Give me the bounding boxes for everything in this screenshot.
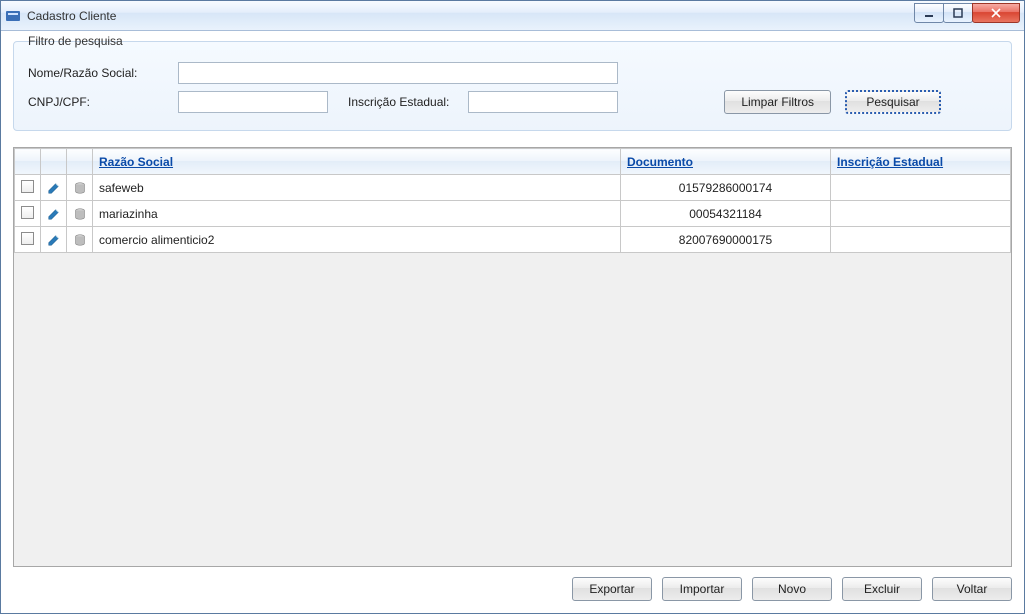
export-button[interactable]: Exportar — [572, 577, 652, 601]
name-input[interactable] — [178, 62, 618, 84]
row-checkbox[interactable] — [21, 206, 34, 219]
window-frame: Cadastro Cliente Filtro de pesquisa Nome… — [0, 0, 1025, 614]
header-checkbox — [15, 149, 41, 175]
cell-inscricao — [831, 201, 1011, 227]
header-documento[interactable]: Documento — [621, 149, 831, 175]
import-button[interactable]: Importar — [662, 577, 742, 601]
cell-documento: 82007690000175 — [621, 227, 831, 253]
cell-razao: mariazinha — [93, 201, 621, 227]
table-row[interactable]: comercio alimenticio282007690000175 — [15, 227, 1011, 253]
row-checkbox[interactable] — [21, 232, 34, 245]
clear-filters-button[interactable]: Limpar Filtros — [724, 90, 831, 114]
header-inscricao[interactable]: Inscrição Estadual — [831, 149, 1011, 175]
delete-icon[interactable] — [67, 201, 93, 227]
ie-label: Inscrição Estadual: — [348, 95, 458, 109]
cell-razao: comercio alimenticio2 — [93, 227, 621, 253]
maximize-button[interactable] — [943, 3, 973, 23]
header-edit — [41, 149, 67, 175]
edit-icon[interactable] — [41, 201, 67, 227]
close-button[interactable] — [972, 3, 1020, 23]
ie-input[interactable] — [468, 91, 618, 113]
client-area: Filtro de pesquisa Nome/Razão Social: CN… — [1, 31, 1024, 613]
app-icon — [5, 8, 21, 24]
minimize-button[interactable] — [914, 3, 944, 23]
doc-label: CNPJ/CPF: — [28, 95, 168, 109]
results-grid: Razão Social Documento Inscrição Estadua… — [13, 147, 1012, 567]
titlebar[interactable]: Cadastro Cliente — [1, 1, 1024, 31]
footer-actions: Exportar Importar Novo Excluir Voltar — [13, 567, 1012, 603]
table-row[interactable]: mariazinha00054321184 — [15, 201, 1011, 227]
header-delete — [67, 149, 93, 175]
edit-icon[interactable] — [41, 227, 67, 253]
table-row[interactable]: safeweb01579286000174 — [15, 175, 1011, 201]
edit-icon[interactable] — [41, 175, 67, 201]
window-controls — [915, 3, 1020, 23]
cell-documento: 00054321184 — [621, 201, 831, 227]
name-label: Nome/Razão Social: — [28, 66, 168, 80]
cell-inscricao — [831, 175, 1011, 201]
filter-legend: Filtro de pesquisa — [24, 34, 127, 48]
window-title: Cadastro Cliente — [27, 9, 915, 23]
new-button[interactable]: Novo — [752, 577, 832, 601]
cell-documento: 01579286000174 — [621, 175, 831, 201]
back-button[interactable]: Voltar — [932, 577, 1012, 601]
delete-icon[interactable] — [67, 175, 93, 201]
header-razao[interactable]: Razão Social — [93, 149, 621, 175]
search-button[interactable]: Pesquisar — [845, 90, 941, 114]
row-checkbox[interactable] — [21, 180, 34, 193]
delete-icon[interactable] — [67, 227, 93, 253]
doc-input[interactable] — [178, 91, 328, 113]
delete-button[interactable]: Excluir — [842, 577, 922, 601]
filter-panel: Filtro de pesquisa Nome/Razão Social: CN… — [13, 41, 1012, 131]
cell-razao: safeweb — [93, 175, 621, 201]
cell-inscricao — [831, 227, 1011, 253]
